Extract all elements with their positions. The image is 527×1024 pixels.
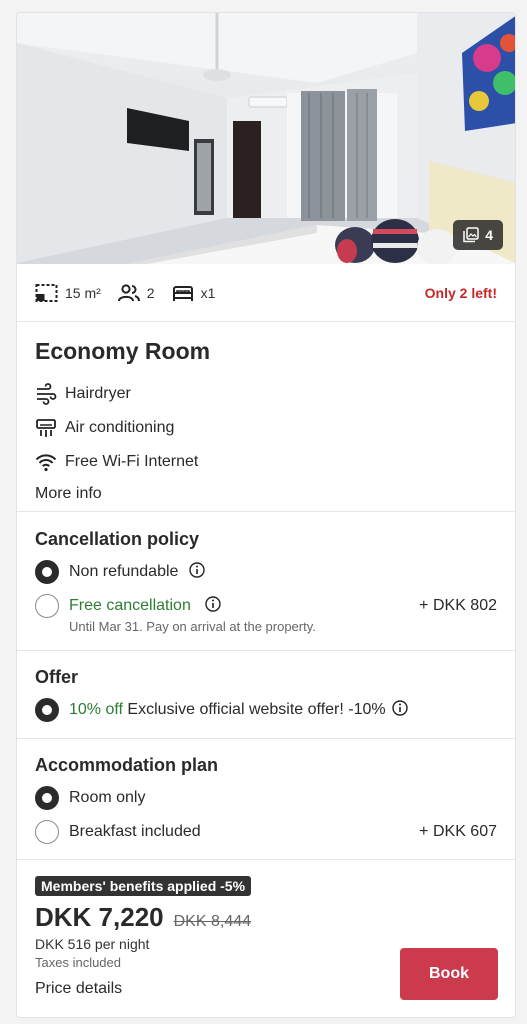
free-cancellation-radio[interactable]: [35, 594, 59, 618]
wifi-icon: [35, 454, 57, 472]
cancellation-title: Cancellation policy: [35, 529, 200, 549]
room-card: 4 15 m² 2 x1 Only 2 left! Economy Room H…: [16, 12, 516, 1018]
offer-discount: 10% off: [69, 701, 123, 718]
members-badge: Members' benefits applied -5%: [35, 876, 252, 896]
beds-label: x1: [200, 284, 216, 301]
free-cancellation-price: + DKK 802: [419, 597, 497, 614]
area-label: 15 m²: [65, 284, 101, 301]
non-refundable-radio[interactable]: [35, 560, 59, 584]
gallery-icon: [463, 227, 479, 243]
room-only-label: Room only: [69, 789, 146, 806]
room-specs: 15 m² 2 x1 Only 2 left!: [17, 264, 515, 322]
total-price: DKK 7,220: [35, 902, 164, 932]
info-icon[interactable]: [189, 562, 205, 578]
accommodation-plan-section: Accommodation plan Room only Breakfast i…: [17, 739, 515, 860]
free-cancellation-label: Free cancellation: [69, 597, 191, 614]
free-cancellation-text: Free cancellation Until Mar 31. Pay on a…: [69, 594, 316, 634]
option-offer[interactable]: 10% off Exclusive official website offer…: [35, 698, 497, 722]
option-non-refundable[interactable]: Non refundable: [35, 560, 497, 584]
hairdryer-icon: [37, 383, 57, 405]
info-icon[interactable]: [205, 596, 221, 612]
scarcity-label: Only 2 left!: [424, 284, 497, 301]
guests-icon: [117, 283, 140, 301]
guests-label: 2: [146, 284, 155, 301]
room-only-radio[interactable]: [35, 786, 59, 810]
breakfast-radio[interactable]: [35, 820, 59, 844]
amenity-wifi: Free Wi-Fi Internet: [35, 445, 497, 479]
amenity-label: Air conditioning: [65, 419, 175, 436]
plan-title: Accommodation plan: [35, 755, 219, 775]
room-title: Economy Room: [35, 338, 211, 364]
old-price: DKK 8,444: [173, 913, 252, 930]
photo-count-label: 4: [485, 227, 493, 243]
free-cancellation-note: Until Mar 31. Pay on arrival at the prop…: [69, 619, 316, 634]
offer-text: Exclusive official website offer! -10%: [127, 701, 386, 718]
air-conditioning-icon: [36, 419, 56, 437]
room-info-section: Economy Room Hairdryer Air conditioning: [17, 322, 515, 512]
amenity-label: Hairdryer: [65, 385, 131, 402]
more-info-link[interactable]: More info: [35, 485, 497, 503]
option-room-only[interactable]: Room only: [35, 786, 497, 810]
offer-label-wrap: 10% off Exclusive official website offer…: [69, 698, 408, 722]
photo-gallery-button[interactable]: 4: [453, 220, 503, 250]
amenity-air-conditioning: Air conditioning: [35, 411, 497, 445]
offer-title: Offer: [35, 667, 79, 687]
room-photo[interactable]: 4: [17, 13, 515, 264]
area-icon: [35, 283, 58, 302]
price-row: DKK 7,220 DKK 8,444: [35, 902, 497, 933]
option-breakfast[interactable]: Breakfast included + DKK 607: [35, 820, 497, 844]
option-free-cancellation[interactable]: Free cancellation Until Mar 31. Pay on a…: [35, 594, 497, 634]
room-beds: x1: [171, 283, 216, 303]
cancellation-section: Cancellation policy Non refundable Free …: [17, 512, 515, 651]
offer-section: Offer 10% off Exclusive official website…: [17, 651, 515, 739]
bed-icon: [172, 285, 193, 301]
breakfast-label: Breakfast included: [69, 823, 201, 840]
room-area: 15 m²: [35, 283, 101, 303]
offer-radio[interactable]: [35, 698, 59, 722]
non-refundable-label: Non refundable: [69, 563, 179, 580]
option-label-wrap: Non refundable: [69, 560, 205, 584]
breakfast-price: + DKK 607: [419, 823, 497, 840]
room-guests: 2: [117, 283, 155, 303]
amenity-hairdryer: Hairdryer: [35, 377, 497, 411]
amenity-label: Free Wi-Fi Internet: [65, 453, 199, 470]
room-photo-illustration: [17, 13, 515, 264]
info-icon[interactable]: [392, 700, 408, 716]
price-footer: Members' benefits applied -5% DKK 7,220 …: [17, 860, 515, 1017]
book-button[interactable]: Book: [400, 948, 498, 1000]
